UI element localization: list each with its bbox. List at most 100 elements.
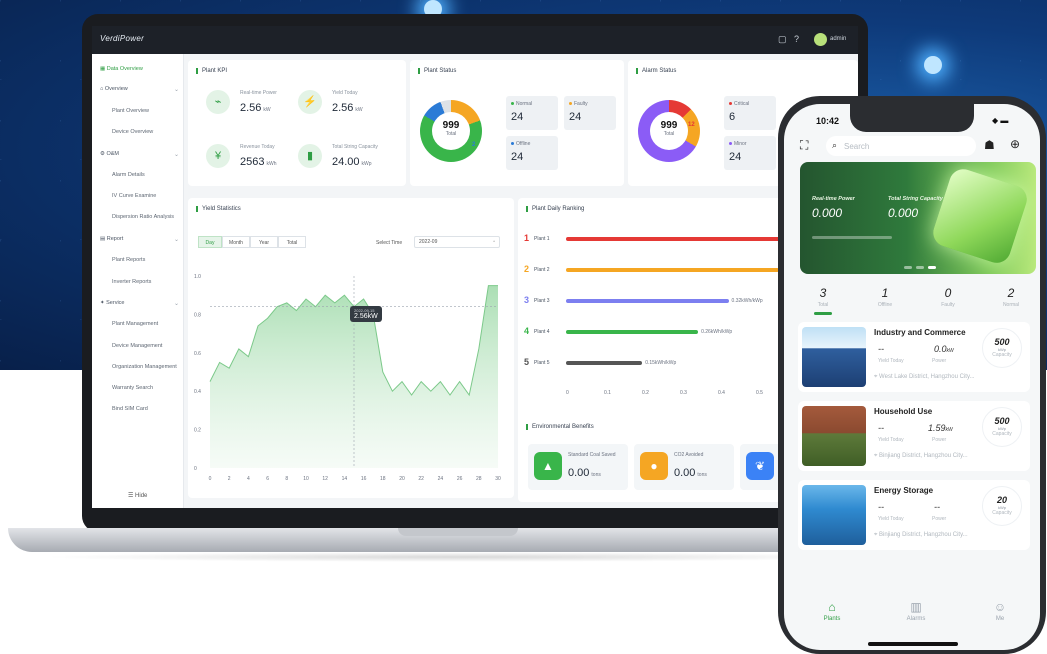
x-tick-label: 30 [495, 476, 501, 482]
stat-total[interactable]: 3 [803, 286, 843, 300]
plant-card[interactable]: Energy Storage -- -- Yield Today Power ⌖… [798, 480, 1030, 550]
kpi-label: Yield Today [332, 90, 358, 96]
rank-value-label: 0.32kWh/kWp [731, 298, 763, 304]
sidebar-item-organization[interactable]: Organization Management [112, 364, 177, 370]
tab-alarms[interactable]: ▥ Alarms [896, 600, 936, 622]
x-tick-label: 26 [457, 476, 463, 482]
sidebar-item-plant-management[interactable]: Plant Management [112, 321, 158, 327]
stat-offline[interactable]: 1 [865, 286, 905, 300]
x-tick-label: 4 [247, 476, 250, 482]
donut-center: 999 Total [432, 112, 470, 150]
plant-icon: ⌂ [828, 600, 836, 614]
stat-faulty[interactable]: 0 [928, 286, 968, 300]
sidebar-item-dispersion[interactable]: Dispersion Ratio Analysis [112, 214, 174, 220]
rank-value-label: 0.15kWh/kWp [645, 360, 677, 366]
device-illustration [929, 165, 1031, 267]
kpi-value: 2563 kWh [240, 156, 277, 168]
tab-plants[interactable]: ⌂ Plants [812, 600, 852, 622]
rank-plant-name[interactable]: Plant 2 [534, 267, 550, 273]
y-tick-label: 0.2 [194, 428, 201, 434]
alarm-badge: 12 [688, 122, 695, 128]
sidebar-item-alarm-details[interactable]: Alarm Details [112, 172, 145, 178]
date-select[interactable]: 2022-09 ▫ [414, 236, 500, 248]
sidebar-item-report[interactable]: ▤ Report [100, 236, 123, 242]
rank-number: 1 [524, 233, 530, 243]
co2-icon: ● [640, 452, 668, 480]
x-tick-label: 18 [380, 476, 386, 482]
sidebar-item-service[interactable]: ✦ Service [100, 300, 124, 306]
x-tick-label: 24 [438, 476, 444, 482]
rank-number: 3 [524, 295, 530, 305]
kpi-value: 2.56 kW [240, 102, 271, 114]
plant-image [802, 406, 866, 466]
chevron-down-icon: ⌄ [174, 152, 180, 158]
stat-offline: Offline 24 [506, 136, 558, 170]
status-time: 10:42 [816, 116, 840, 126]
x-tick-label: 10 [303, 476, 309, 482]
hide-sidebar-button[interactable]: ☰ Hide [128, 492, 147, 499]
x-tick-label: 0.1 [604, 390, 611, 396]
kpi-label: Revenue Today [240, 144, 275, 150]
sidebar-item-plant-overview[interactable]: Plant Overview [112, 108, 149, 114]
sidebar-item-inverter-reports[interactable]: Inverter Reports [112, 279, 151, 285]
search-input[interactable]: ⌕ Search [826, 136, 976, 156]
sidebar-item-warranty[interactable]: Warranty Search [112, 385, 153, 391]
rank-value-label: 0.26kWh/kWp [701, 329, 733, 335]
plant-status-donut: 999 Total [420, 100, 482, 162]
kpi-label: Real-time Power [240, 90, 277, 96]
status-badge: 2 [472, 142, 476, 148]
x-tick-label: 0.2 [642, 390, 649, 396]
sidebar-item-om[interactable]: ⚙ O&M [100, 151, 119, 157]
capacity-badge: 20 kWp Capacity [982, 486, 1022, 526]
sidebar-item-iv-curve[interactable]: IV Curve Examine [112, 193, 156, 199]
carousel-dot[interactable] [904, 266, 912, 269]
laptop-base [8, 528, 908, 552]
stat-normal[interactable]: 2 [991, 286, 1031, 300]
sidebar-item-overview[interactable]: ⌂ Overview [100, 86, 128, 92]
carousel-dot-active[interactable] [928, 266, 936, 269]
user-badge-icon[interactable]: ☗ [984, 138, 995, 152]
select-time-label: Select Time [376, 240, 403, 246]
tab-year[interactable]: Year [250, 236, 278, 248]
sidebar-item-sim-card[interactable]: Bind SIM Card [112, 406, 148, 412]
rank-bar [566, 361, 643, 365]
plant-card[interactable]: Industry and Commerce -- 0.0kW Yield Tod… [798, 322, 1030, 392]
scan-icon[interactable]: ⛶ [800, 138, 808, 153]
add-plant-icon[interactable]: ⊕ [1010, 137, 1020, 151]
active-stat-underline [814, 312, 832, 315]
sidebar-item-device-management[interactable]: Device Management [112, 343, 162, 349]
y-tick-label: 0 [194, 466, 197, 472]
plant-card[interactable]: Household Use -- 1.59kW Yield Today Powe… [798, 401, 1030, 471]
phone-notch [850, 104, 974, 132]
rank-bar [566, 330, 699, 334]
x-tick-label: 20 [399, 476, 405, 482]
donut-center: 999 Total [650, 112, 688, 150]
rank-plant-name[interactable]: Plant 3 [534, 298, 550, 304]
home-indicator [868, 642, 958, 646]
x-tick-label: 0.5 [756, 390, 763, 396]
rank-plant-name[interactable]: Plant 5 [534, 360, 550, 366]
brand-logo[interactable]: VerdiPower [100, 34, 144, 43]
y-tick-label: 0.8 [194, 312, 201, 318]
plant-image [802, 485, 866, 545]
tab-day[interactable]: Day [198, 236, 222, 248]
alarm-icon: ▥ [910, 600, 922, 614]
sidebar-item-device-overview[interactable]: Device Overview [112, 129, 153, 135]
search-placeholder: Search [844, 142, 870, 151]
sidebar-item-plant-reports[interactable]: Plant Reports [112, 257, 145, 263]
stat-normal: Normal 24 [506, 96, 558, 130]
help-icon[interactable]: ? [794, 34, 799, 44]
carousel-dot[interactable] [916, 266, 924, 269]
x-tick-label: 12 [322, 476, 328, 482]
rank-plant-name[interactable]: Plant 4 [534, 329, 550, 335]
yield-statistics-card: Yield Statistics Day Month Year Total Se… [188, 198, 514, 498]
tab-total[interactable]: Total [278, 236, 306, 248]
sidebar-item-data-overview[interactable]: ▦ Data Overview [100, 66, 143, 72]
fullscreen-icon[interactable]: ▢ [778, 34, 787, 45]
rank-plant-name[interactable]: Plant 1 [534, 236, 550, 242]
user-name[interactable]: admin [830, 36, 846, 42]
tab-month[interactable]: Month [222, 236, 250, 248]
y-tick-label: 0.6 [194, 351, 201, 357]
tab-me[interactable]: ☺ Me [980, 600, 1020, 622]
avatar[interactable] [814, 33, 827, 46]
